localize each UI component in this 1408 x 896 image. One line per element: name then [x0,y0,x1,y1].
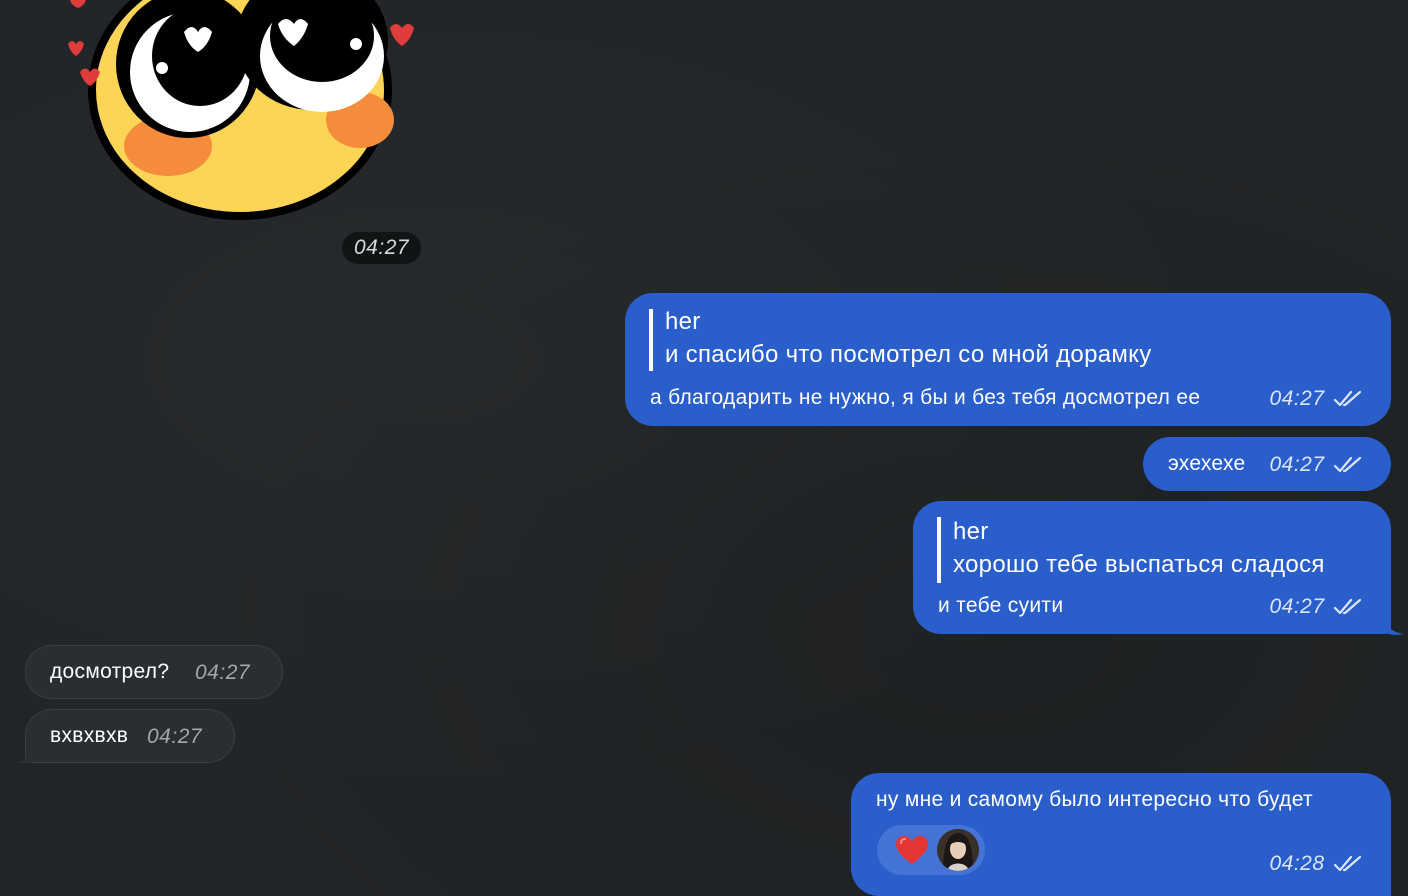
message-text: и тебе суити [938,594,1064,617]
reply-author: her [953,518,989,545]
reply-text: хорошо тебе выспаться сладося [953,551,1325,578]
double-check-icon [1333,598,1362,614]
message-text: а благодарить не нужно, я бы и без тебя … [650,386,1201,409]
outgoing-message[interactable]: her хорошо тебе выспаться сладося и тебе… [913,501,1391,634]
reply-quote[interactable]: her и спасибо что посмотрел со мной дора… [649,308,1152,371]
outgoing-message[interactable]: эхехехе 04:27 [1143,437,1391,491]
message-time: 04:27 [1269,387,1325,410]
message-time: 04:28 [1269,852,1325,875]
heart-icon [896,836,928,864]
message-text: ну мне и самому было интересно что будет [876,788,1313,811]
double-check-icon [1333,855,1362,871]
bubble-tail [15,742,37,763]
outgoing-message[interactable]: ну мне и самому было интересно что будет… [851,773,1391,896]
double-check-icon [1333,390,1362,406]
reply-text: и спасибо что посмотрел со мной дорамку [665,341,1152,368]
message-text: досмотрел? [50,660,170,683]
outgoing-message[interactable]: her и спасибо что посмотрел со мной дора… [625,293,1391,426]
double-check-icon [1333,456,1362,472]
avatar-image [937,829,979,871]
message-text: вхвхвхв [50,724,129,747]
bubble-tail [1384,614,1404,635]
message-time: 04:27 [1269,453,1325,476]
message-text: эхехехе [1168,452,1246,475]
sticker-message[interactable] [60,0,420,222]
avatar[interactable] [937,829,979,871]
incoming-message[interactable]: вхвхвхв 04:27 [25,709,235,763]
sticker-timestamp: 04:27 [342,232,422,264]
smiley-sticker-icon [68,0,414,220]
chat-area[interactable]: 04:27 her и спасибо что посмотрел со мно… [0,0,1408,896]
reply-author: her [665,308,701,335]
message-time: 04:27 [147,725,203,748]
reaction-pill[interactable] [877,825,985,875]
message-time: 04:27 [195,661,251,684]
reply-quote[interactable]: her хорошо тебе выспаться сладося [937,517,1325,583]
incoming-message[interactable]: досмотрел? 04:27 [25,645,283,699]
message-time: 04:27 [1269,595,1325,618]
